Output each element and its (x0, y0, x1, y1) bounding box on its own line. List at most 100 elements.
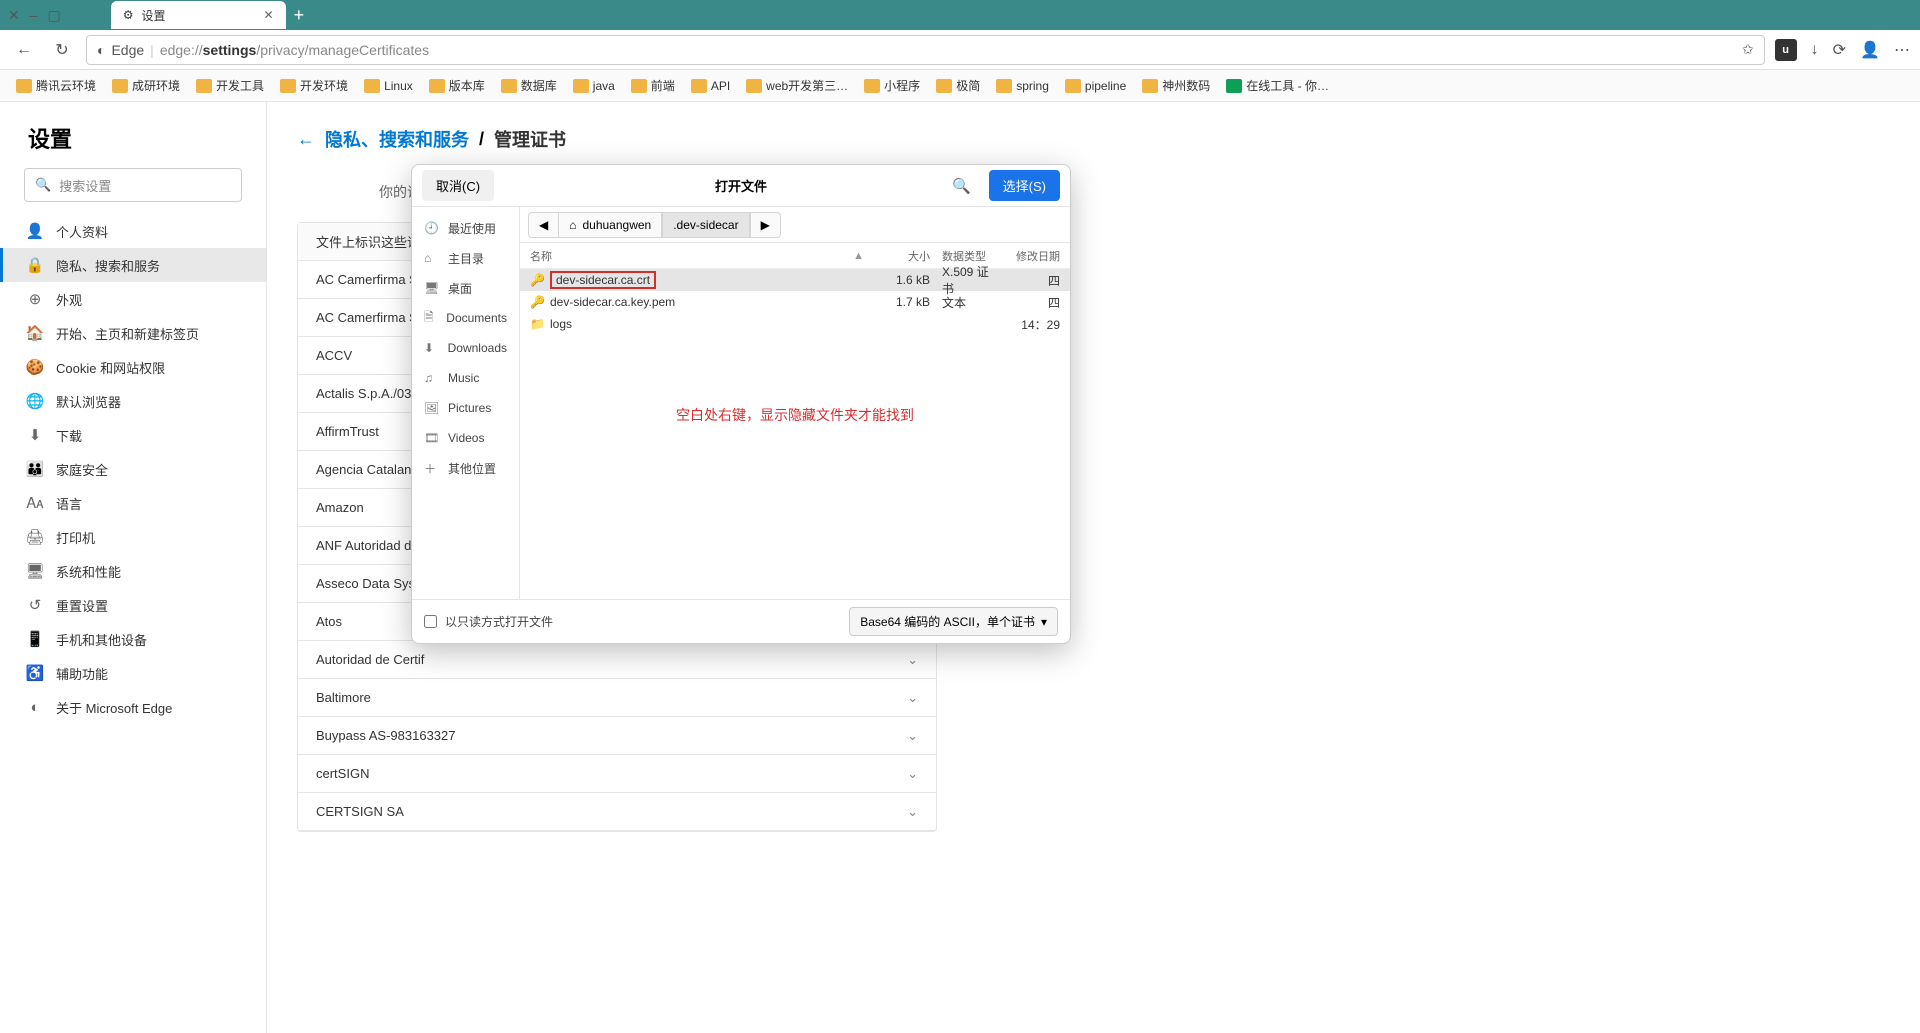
close-tab-icon[interactable]: ✕ (264, 8, 274, 22)
bookmark-item[interactable]: 开发环境 (274, 74, 354, 97)
back-button[interactable]: ← (10, 36, 38, 64)
bookmark-item[interactable]: 在线工具 - 你… (1220, 74, 1335, 97)
path-segment[interactable]: .dev-sidecar (662, 212, 749, 238)
places-item[interactable]: 🎞Videos (412, 423, 519, 453)
places-item[interactable]: ＋其他位置 (412, 453, 519, 483)
dialog-search-icon[interactable]: 🔍 (952, 177, 971, 195)
breadcrumb-back-icon[interactable]: ← (297, 129, 315, 150)
sidebar-item[interactable]: ⬇下载 (0, 418, 266, 452)
window-maximize-icon[interactable]: ▢ (48, 7, 61, 24)
bookmark-item[interactable]: 开发工具 (190, 74, 270, 97)
bookmark-item[interactable]: 极简 (930, 74, 986, 97)
bookmark-item[interactable]: 版本库 (423, 74, 491, 97)
file-row[interactable]: 🔑dev-sidecar.ca.crt1.6 kBX.509 证书四 (520, 269, 1070, 291)
places-item[interactable]: ⬇Downloads (412, 333, 519, 363)
col-name[interactable]: 名称 (530, 248, 853, 264)
places-item[interactable]: ♫Music (412, 363, 519, 393)
place-label: Pictures (448, 401, 491, 415)
chevron-down-icon: ⌄ (907, 766, 918, 782)
path-back-button[interactable]: ◀ (528, 212, 558, 238)
window-close-icon[interactable]: ✕ (8, 7, 20, 24)
col-date[interactable]: 修改日期 (1000, 248, 1060, 264)
sidebar-item[interactable]: 🌐默认浏览器 (0, 384, 266, 418)
sidebar-item[interactable]: 👪家庭安全 (0, 452, 266, 486)
cert-name: AffirmTrust (316, 424, 379, 439)
extension-icon[interactable]: u (1775, 39, 1797, 61)
folder-icon (573, 79, 589, 93)
places-item[interactable]: 🗎Documents (412, 303, 519, 333)
avatar-icon[interactable]: 👤 (1860, 40, 1880, 60)
place-label: 主目录 (448, 250, 484, 267)
cert-row[interactable]: Autoridad de Certif⌄ (298, 641, 936, 679)
folder-icon (196, 79, 212, 93)
sidebar-item[interactable]: 📱手机和其他设备 (0, 622, 266, 656)
path-forward-button[interactable]: ▶ (750, 212, 781, 238)
sidebar-item[interactable]: 🏠开始、主页和新建标签页 (0, 316, 266, 350)
bookmark-item[interactable]: 小程序 (858, 74, 926, 97)
cancel-button[interactable]: 取消(C) (422, 170, 494, 201)
sidebar-item[interactable]: 🍪Cookie 和网站权限 (0, 350, 266, 384)
sidebar-item[interactable]: 🖨打印机 (0, 520, 266, 554)
more-icon[interactable]: ⋯ (1894, 40, 1910, 60)
places-item[interactable]: 🖼Pictures (412, 393, 519, 423)
breadcrumb-link[interactable]: 隐私、搜索和服务 (325, 126, 469, 152)
favorite-icon[interactable]: ✩ (1742, 41, 1754, 58)
bookmark-item[interactable]: 数据库 (495, 74, 563, 97)
sidebar-item[interactable]: 🔒隐私、搜索和服务 (0, 248, 266, 282)
window-minimize-icon[interactable]: – (30, 7, 38, 24)
places-item[interactable]: 🕘最近使用 (412, 213, 519, 243)
cert-row[interactable]: Baltimore⌄ (298, 679, 936, 717)
file-row[interactable]: 📁logs14：29 (520, 313, 1070, 335)
sidebar-item[interactable]: ⊕外观 (0, 282, 266, 316)
folder-icon (864, 79, 880, 93)
bookmark-item[interactable]: spring (990, 76, 1055, 96)
place-label: 其他位置 (448, 460, 496, 477)
file-name: dev-sidecar.ca.crt (550, 271, 870, 289)
sort-asc-icon[interactable]: ▲ (853, 250, 864, 262)
search-icon: 🔍 (35, 177, 51, 193)
sidebar-item[interactable]: ↺重置设置 (0, 588, 266, 622)
places-item[interactable]: 🖥桌面 (412, 273, 519, 303)
bookmark-item[interactable]: 腾讯云环境 (10, 74, 102, 97)
browser-tab[interactable]: ⚙ 设置 ✕ (111, 1, 286, 29)
col-type[interactable]: 数据类型 (930, 248, 1000, 264)
bookmark-item[interactable]: 成研环境 (106, 74, 186, 97)
sidebar-item[interactable]: ◐关于 Microsoft Edge (0, 690, 266, 724)
file-row[interactable]: 🔑dev-sidecar.ca.key.pem1.7 kB文本四 (520, 291, 1070, 313)
bookmark-item[interactable]: pipeline (1059, 76, 1132, 96)
file-filter-dropdown[interactable]: Base64 编码的 ASCII，单个证书 ▾ (849, 607, 1058, 636)
path-segment[interactable]: ⌂duhuangwen (558, 212, 662, 238)
col-size[interactable]: 大小 (870, 248, 930, 264)
bookmark-item[interactable]: Linux (358, 76, 419, 96)
bookmark-item[interactable]: 前端 (625, 74, 681, 97)
cert-row[interactable]: CERTSIGN SA⌄ (298, 793, 936, 831)
select-button[interactable]: 选择(S) (989, 170, 1060, 201)
chevron-down-icon: ▾ (1041, 615, 1047, 629)
cert-row[interactable]: Buypass AS-983163327⌄ (298, 717, 936, 755)
nav-label: Cookie 和网站权限 (56, 358, 165, 377)
bookmark-item[interactable]: API (685, 76, 736, 96)
places-item[interactable]: ⌂主目录 (412, 243, 519, 273)
refresh-button[interactable]: ↻ (48, 36, 76, 64)
address-bar[interactable]: ◐ Edge | edge://settings/privacy/manageC… (86, 35, 1765, 65)
downloads-icon[interactable]: ↓ (1811, 41, 1819, 59)
search-settings-input[interactable]: 🔍 搜索设置 (24, 168, 242, 202)
sidebar-item[interactable]: 🖥系统和性能 (0, 554, 266, 588)
bookmark-item[interactable]: java (567, 76, 621, 96)
bookmark-item[interactable]: 神州数码 (1136, 74, 1216, 97)
sidebar-item[interactable]: 👤个人资料 (0, 214, 266, 248)
place-icon: ♫ (424, 371, 438, 385)
dialog-body: 🕘最近使用⌂主目录🖥桌面🗎Documents⬇Downloads♫Music🖼P… (412, 207, 1070, 599)
cert-name: certSIGN (316, 766, 369, 781)
new-tab-button[interactable]: + (294, 5, 305, 26)
sidebar-item[interactable]: 🗛语言 (0, 486, 266, 520)
place-icon: 🕘 (424, 221, 438, 235)
file-type: 文本 (930, 294, 1000, 311)
readonly-checkbox[interactable] (424, 615, 437, 628)
nav-label: 开始、主页和新建标签页 (56, 324, 199, 343)
bookmark-item[interactable]: web开发第三… (740, 74, 854, 97)
history-icon[interactable]: ⟳ (1833, 40, 1846, 60)
readonly-checkbox-row[interactable]: 以只读方式打开文件 (424, 613, 553, 630)
cert-row[interactable]: certSIGN ⌄ (298, 755, 936, 793)
sidebar-item[interactable]: ♿辅助功能 (0, 656, 266, 690)
